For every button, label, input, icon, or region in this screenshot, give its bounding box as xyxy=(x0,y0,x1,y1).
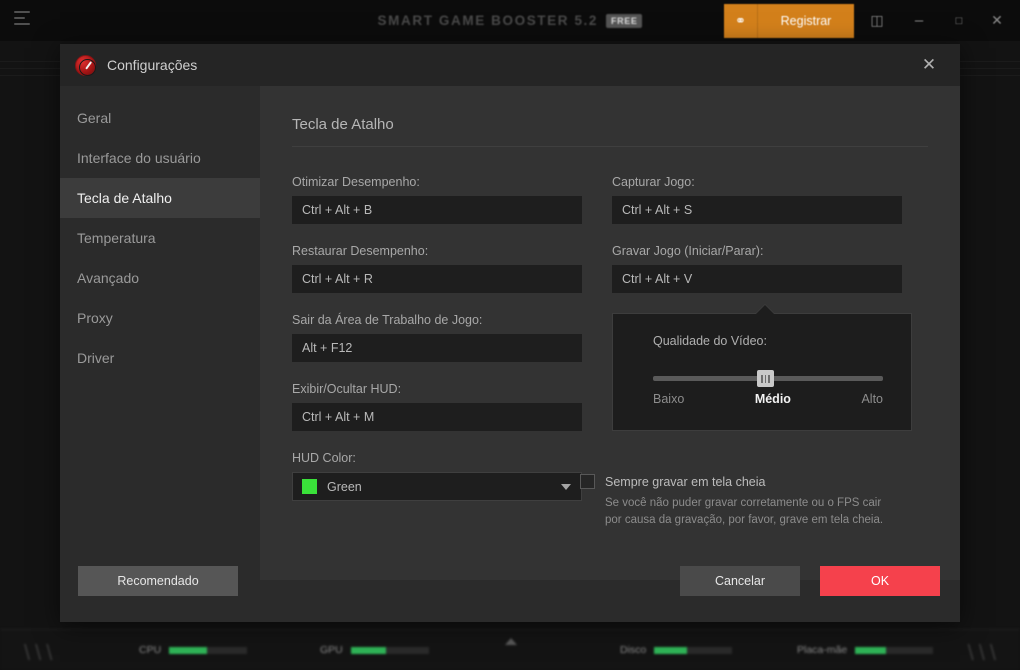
field-restaurar-desempenho: Restaurar Desempenho: Ctrl + Alt + R xyxy=(292,244,582,293)
quality-label-low[interactable]: Baixo xyxy=(653,392,684,406)
status-item-gpu: GPU xyxy=(320,644,429,656)
key-icon: ⚭ xyxy=(724,4,758,38)
sidebar-item-tecla-de-atalho[interactable]: Tecla de Atalho xyxy=(60,178,260,218)
fullscreen-check-line: Sempre gravar em tela cheia xyxy=(580,474,900,489)
video-quality-popup: Qualidade do Vídeo: Baixo Médio Alto xyxy=(612,305,912,431)
hamburger-bar xyxy=(14,11,30,13)
status-meter xyxy=(855,646,934,654)
hotkey-form: Otimizar Desempenho: Ctrl + Alt + B Rest… xyxy=(292,175,928,521)
hamburger-icon[interactable] xyxy=(14,11,32,29)
exit-game-desktop-input[interactable]: Alt + F12 xyxy=(292,334,582,362)
video-quality-slider[interactable] xyxy=(653,370,883,387)
app-titlebar: SMART GAME BOOSTER 5.2 FREE ⚭ Registrar … xyxy=(0,0,1020,41)
field-capturar-jogo: Capturar Jogo: Ctrl + Alt + S xyxy=(612,175,902,224)
page-title: Tecla de Atalho xyxy=(292,116,928,147)
hotkey-column-right: Capturar Jogo: Ctrl + Alt + S Gravar Jog… xyxy=(612,175,912,521)
field-label: Exibir/Ocultar HUD: xyxy=(292,382,402,396)
sidebar-item-label: Interface do usuário xyxy=(77,150,201,166)
capture-game-input[interactable]: Ctrl + Alt + S xyxy=(612,196,902,224)
status-meter xyxy=(350,646,429,654)
decorative-slashes-right: \ \ \ xyxy=(967,640,996,665)
restore-performance-input[interactable]: Ctrl + Alt + R xyxy=(292,265,582,293)
dialog-footer: Recomendado Cancelar OK xyxy=(60,566,960,622)
record-game-input[interactable]: Ctrl + Alt + V xyxy=(612,265,902,293)
quality-label-high[interactable]: Alto xyxy=(861,392,883,406)
chevron-down-icon xyxy=(561,483,571,490)
close-icon[interactable]: ✕ xyxy=(980,0,1014,41)
status-item-motherboard: Placa-mãe xyxy=(797,644,934,656)
sidebar-item-temperatura[interactable]: Temperatura xyxy=(60,218,260,258)
sidebar-item-label: Geral xyxy=(77,110,112,126)
sidebar-item-label: Driver xyxy=(77,350,115,366)
status-meter xyxy=(169,646,248,654)
settings-sidebar: Geral Interface do usuário Tecla de Atal… xyxy=(60,86,260,580)
fullscreen-record-option: Sempre gravar em tela cheia Se você não … xyxy=(580,474,900,528)
recommended-button[interactable]: Recomendado xyxy=(78,566,238,596)
dialog-title: Configurações xyxy=(107,57,198,73)
register-button[interactable]: ⚭ Registrar xyxy=(724,4,854,38)
app-title: SMART GAME BOOSTER 5.2 xyxy=(377,13,599,28)
sidebar-item-label: Temperatura xyxy=(77,230,156,246)
hamburger-bar xyxy=(14,17,25,19)
hud-color-select[interactable]: Green xyxy=(292,472,582,501)
hardware-status-bar: \ \ \ CPU GPU Disco Placa-mãe \ \ \ xyxy=(0,629,1020,670)
expand-status-caret-icon[interactable] xyxy=(505,638,517,645)
field-label: Restaurar Desempenho: xyxy=(292,244,429,258)
status-item-cpu: CPU xyxy=(139,644,248,656)
close-icon[interactable]: ✕ xyxy=(908,44,950,86)
free-badge: FREE xyxy=(606,13,643,28)
minimize-icon[interactable]: – xyxy=(902,0,936,41)
status-label: Disco xyxy=(620,644,647,656)
slider-handle[interactable] xyxy=(757,370,774,387)
fullscreen-checkbox-label[interactable]: Sempre gravar em tela cheia xyxy=(605,475,766,489)
sidebar-item-avancado[interactable]: Avançado xyxy=(60,258,260,298)
field-exibir-ocultar-hud: Exibir/Ocultar HUD: Ctrl + Alt + M xyxy=(292,382,582,431)
popup-pointer-icon xyxy=(756,305,774,314)
settings-panel: Tecla de Atalho Otimizar Desempenho: Ctr… xyxy=(260,86,960,580)
field-gravar-jogo: Gravar Jogo (Iniciar/Parar): Ctrl + Alt … xyxy=(612,244,902,293)
quality-label-medium[interactable]: Médio xyxy=(755,392,791,406)
field-otimizar-desempenho: Otimizar Desempenho: Ctrl + Alt + B xyxy=(292,175,582,224)
hud-color-value: Green xyxy=(327,479,362,494)
field-label: Gravar Jogo (Iniciar/Parar): xyxy=(612,244,764,258)
maximize-icon[interactable]: □ xyxy=(942,0,976,41)
hotkey-column-left: Otimizar Desempenho: Ctrl + Alt + B Rest… xyxy=(292,175,582,521)
field-hud-color: HUD Color: Green xyxy=(292,451,582,501)
status-label: CPU xyxy=(139,644,162,656)
register-button-label: Registrar xyxy=(780,14,832,28)
sidebar-item-proxy[interactable]: Proxy xyxy=(60,298,260,338)
status-meter xyxy=(654,646,733,654)
feedback-icon[interactable]: ◫ xyxy=(860,0,894,41)
field-sair-area-trabalho-jogo: Sair da Área de Trabalho de Jogo: Alt + … xyxy=(292,313,582,362)
status-label: Placa-mãe xyxy=(797,644,848,656)
checkbox-icon[interactable] xyxy=(580,474,595,489)
status-item-disk: Disco xyxy=(620,644,733,656)
dialog-content: Geral Interface do usuário Tecla de Atal… xyxy=(60,86,960,580)
hamburger-bar xyxy=(14,23,30,25)
video-quality-title: Qualidade do Vídeo: xyxy=(653,334,767,348)
settings-dialog: Configurações ✕ Geral Interface do usuár… xyxy=(60,44,960,622)
cancel-button[interactable]: Cancelar xyxy=(680,566,800,596)
sidebar-item-interface[interactable]: Interface do usuário xyxy=(60,138,260,178)
decorative-slashes-left: \ \ \ xyxy=(24,640,53,665)
dialog-titlebar: Configurações ✕ xyxy=(60,44,960,86)
field-label: Capturar Jogo: xyxy=(612,175,695,189)
color-swatch-icon xyxy=(302,479,317,494)
sidebar-item-label: Proxy xyxy=(77,310,113,326)
sidebar-item-label: Avançado xyxy=(77,270,140,286)
sidebar-item-geral[interactable]: Geral xyxy=(60,98,260,138)
status-label: GPU xyxy=(320,644,343,656)
field-label: Sair da Área de Trabalho de Jogo: xyxy=(292,313,483,327)
sidebar-item-label: Tecla de Atalho xyxy=(77,190,172,206)
sidebar-item-driver[interactable]: Driver xyxy=(60,338,260,378)
speedometer-icon xyxy=(75,54,96,76)
optimize-performance-input[interactable]: Ctrl + Alt + B xyxy=(292,196,582,224)
field-label: Otimizar Desempenho: xyxy=(292,175,420,189)
video-quality-labels: Baixo Médio Alto xyxy=(653,392,883,406)
fullscreen-hint-text: Se você não puder gravar corretamente ou… xyxy=(605,497,884,526)
ok-button[interactable]: OK xyxy=(820,566,940,596)
toggle-hud-input[interactable]: Ctrl + Alt + M xyxy=(292,403,582,431)
field-label: HUD Color: xyxy=(292,451,356,465)
